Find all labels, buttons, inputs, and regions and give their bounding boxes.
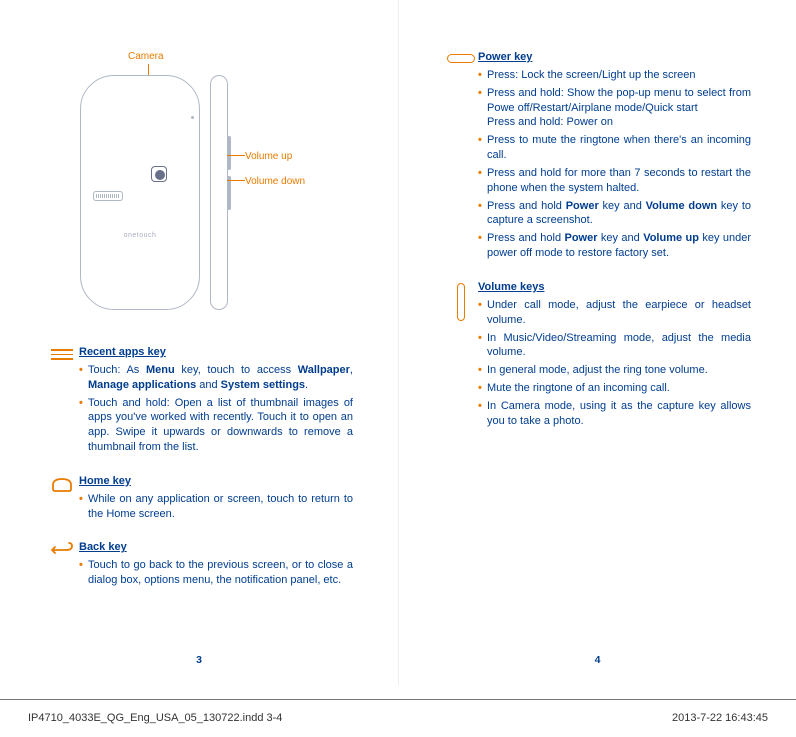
list-item: Under call mode, adjust the earpiece or … [478,298,751,328]
footer-filename: IP4710_4033E_QG_Eng_USA_05_130722.indd 3… [28,711,282,726]
list-item: Press and hold for more than 7 seconds t… [478,166,751,196]
phone-diagram: Camera onetouch Volume up Volume down [60,50,320,325]
page-number-right: 4 [399,653,796,667]
list-item: Touch to go back to the previous screen,… [79,558,353,588]
list-item: Press and hold Power key and Volume down… [478,199,751,229]
volume-keys-icon [457,283,465,321]
list-item: Mute the ringtone of an incoming call. [478,381,751,396]
list-item: Press to mute the ringtone when there's … [478,133,751,163]
list-item: Press: Lock the screen/Light up the scre… [478,68,751,83]
phone-back: onetouch [80,75,200,310]
list-item: In Music/Video/Streaming mode, adjust th… [478,331,751,361]
recent-apps-icon [45,349,79,360]
list-item: In Camera mode, using it as the capture … [478,399,751,429]
list-item: In general mode, adjust the ring tone vo… [478,363,751,378]
home-icon [50,475,74,493]
power-key-icon [447,54,475,63]
volume-up-label: Volume up [245,150,292,164]
home-key-section: Home key While on any application or scr… [45,474,353,525]
list-item: Touch and hold: Open a list of thumbnail… [79,396,353,455]
phone-brand: onetouch [89,231,191,240]
camera-label: Camera [128,50,164,64]
power-key-title: Power key [478,50,751,65]
footer-timestamp: 2013-7-22 16:43:45 [672,711,768,726]
back-key-section: Back key Touch to go back to the previou… [45,540,353,591]
volume-down-label: Volume down [245,175,305,189]
volume-keys-title: Volume keys [478,280,751,295]
list-item: Press and hold Power key and Volume up k… [478,231,751,261]
recent-apps-title: Recent apps key [79,345,353,360]
phone-side [210,75,228,310]
volume-keys-section: Volume keys Under call mode, adjust the … [444,280,751,432]
power-key-section: Power key Press: Lock the screen/Light u… [444,50,751,264]
list-item: While on any application or screen, touc… [79,492,353,522]
recent-apps-section: Recent apps key Touch: As Menu key, touc… [45,345,353,458]
list-item: Press and hold: Show the pop-up menu to … [478,86,751,131]
volume-down-button [227,176,231,210]
print-footer: IP4710_4033E_QG_Eng_USA_05_130722.indd 3… [0,699,796,737]
page-number-left: 3 [0,653,398,667]
volume-up-button [227,136,231,170]
home-key-title: Home key [79,474,353,489]
back-icon [49,541,75,559]
back-key-title: Back key [79,540,353,555]
list-item: Touch: As Menu key, touch to access Wall… [79,363,353,393]
